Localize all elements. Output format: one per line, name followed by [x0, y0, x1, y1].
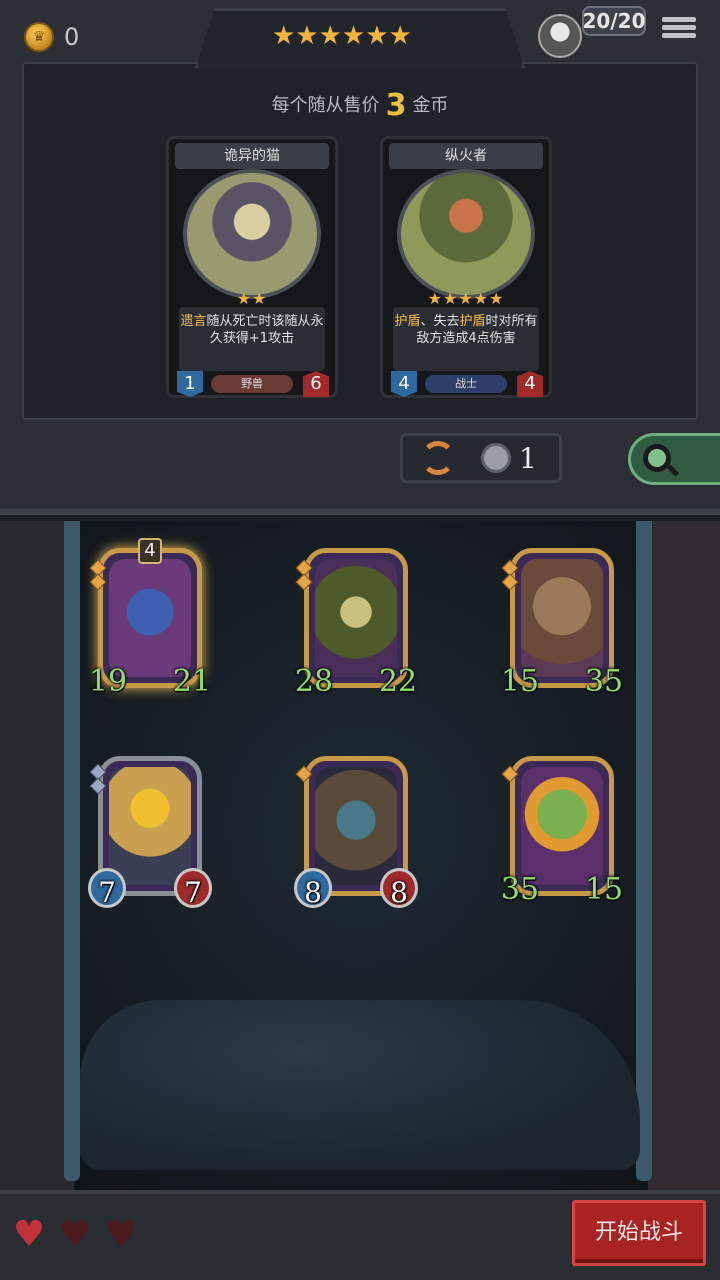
board-minion-6[interactable]: 35 15	[500, 756, 624, 916]
card-name: 诡异的猫	[175, 143, 329, 169]
gold-amount: 0	[64, 23, 80, 51]
sell-price-prefix: 每个随从售价	[271, 95, 380, 116]
minion-attack: 19	[88, 664, 128, 699]
menu-icon	[662, 17, 696, 22]
minion-attack: 15	[500, 664, 540, 699]
search-button[interactable]	[628, 433, 720, 485]
crown-coin-icon: ♛	[24, 22, 54, 52]
minion-level-badge: 4	[138, 538, 162, 564]
lives-display: ♥ ♥ ♥	[8, 1216, 142, 1254]
board-minion-1[interactable]: 4 19 21	[88, 538, 212, 708]
board-frame-right	[636, 521, 652, 1181]
demon-beast-minion-image	[315, 767, 397, 885]
minion-health: 22	[378, 664, 418, 699]
board-minion-3[interactable]: 15 35	[500, 548, 624, 708]
minion-attack: 7	[88, 868, 126, 909]
start-battle-button[interactable]: 开始战斗	[572, 1200, 706, 1266]
shop-card-arsonist[interactable]: 纵火者 ★★★★★ 护盾、失去护盾时对所有敌方造成4点伤害 4 战士 4	[380, 136, 552, 398]
board-frame-left	[64, 521, 80, 1181]
card-keyword: 护盾	[394, 314, 421, 329]
card-description: 遗言随从死亡时该随从永久获得+1攻击	[179, 307, 325, 371]
card-name: 纵火者	[389, 143, 543, 169]
board-minion-2[interactable]: 28 22	[294, 548, 418, 708]
minion-health: 21	[172, 664, 212, 699]
card-description: 护盾、失去护盾时对所有敌方造成4点伤害	[393, 307, 539, 371]
minion-health: 7	[174, 868, 212, 909]
card-attack: 4	[391, 371, 417, 397]
board-minion-4[interactable]: 7 7	[88, 756, 212, 916]
board-minion-5[interactable]: 8 8	[294, 756, 418, 916]
card-tribe: 战士	[425, 375, 507, 393]
minion-health: 8	[380, 868, 418, 909]
arsonist-portrait-image	[397, 169, 535, 299]
card-desc-text: 随从死亡时该随从永久获得+1攻击	[206, 314, 324, 346]
card-attack: 1	[177, 371, 203, 397]
minion-health: 35	[584, 664, 624, 699]
turn-counter: 20/20	[582, 6, 646, 36]
shop-card-weird-cat[interactable]: 诡异的猫 ★★ 遗言随从死亡时该随从永久获得+1攻击 1 野兽 6	[166, 136, 338, 398]
minion-attack: 28	[294, 664, 334, 699]
card-stars: ★★★★★	[427, 289, 505, 308]
sell-price-value: 3	[385, 88, 407, 123]
refresh-cost: 1	[481, 442, 537, 475]
heart-empty-icon: ♥	[104, 1214, 138, 1255]
board-left-wall	[0, 521, 74, 1201]
menu-button[interactable]	[662, 14, 696, 48]
silver-coin-icon	[481, 443, 511, 473]
card-health: 4	[517, 371, 543, 397]
card-tribe: 野兽	[211, 375, 293, 393]
minion-attack: 8	[294, 868, 332, 909]
tavern-tier-stars: ★★★★★★	[272, 21, 412, 51]
refresh-icon	[421, 441, 455, 475]
cloud-decoration	[80, 1000, 640, 1170]
card-keyword: 遗言	[180, 314, 207, 329]
gold-display: ♛ 0	[24, 22, 79, 52]
sell-price-info: 每个随从售价 3 金币	[0, 88, 720, 123]
board-right-wall	[648, 521, 720, 1201]
heart-full-icon: ♥	[12, 1214, 46, 1255]
card-keyword-2: 护盾	[459, 314, 486, 329]
cat-portrait-image	[183, 169, 321, 299]
minion-health: 15	[584, 872, 624, 907]
card-stars: ★★	[236, 289, 268, 308]
refresh-cost-value: 1	[519, 441, 537, 475]
card-desc-text: 、失去	[420, 314, 460, 329]
mummy-pharaoh-minion-image	[109, 767, 191, 885]
heart-empty-icon: ♥	[58, 1214, 92, 1255]
refresh-shop-button[interactable]: 1	[400, 433, 562, 483]
card-health: 6	[303, 371, 329, 397]
minion-attack: 35	[500, 872, 540, 907]
player-avatar[interactable]	[538, 14, 582, 58]
sell-price-suffix: 金币	[412, 95, 449, 116]
